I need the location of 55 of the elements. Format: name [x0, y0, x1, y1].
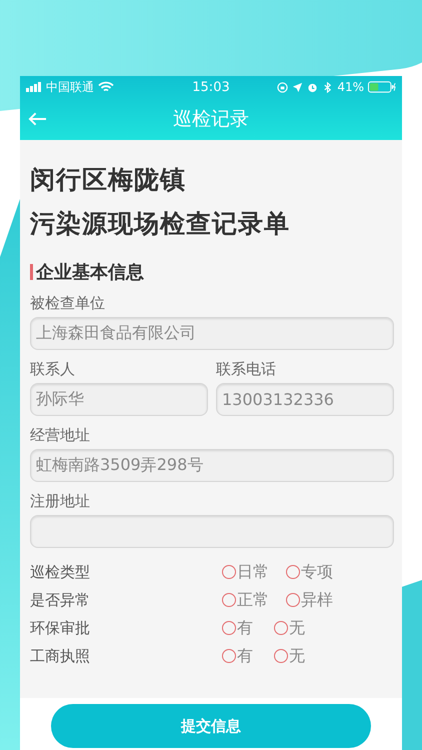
- field-label: 联系电话: [216, 360, 277, 379]
- form-title: 闵行区梅陇镇: [30, 164, 187, 196]
- question-label: 巡检类型: [30, 562, 91, 582]
- radio-icon[interactable]: [274, 621, 288, 635]
- input-field[interactable]: 虹梅南路3509弄298号: [30, 449, 394, 482]
- option-label: 无: [289, 618, 305, 638]
- section-marker: [30, 264, 33, 280]
- radio-option[interactable]: 日常: [222, 562, 284, 582]
- signal-icon: [26, 82, 42, 92]
- radio-icon[interactable]: [286, 565, 300, 579]
- page-title: 巡检记录: [173, 107, 249, 132]
- location-arrow-icon: [292, 82, 304, 92]
- radio-icon[interactable]: [222, 649, 236, 663]
- input-field[interactable]: 上海森田食品有限公司: [30, 317, 394, 350]
- section-title: 企业基本信息: [36, 261, 144, 284]
- option-label: 日常: [237, 562, 269, 582]
- bluetooth-icon: [322, 82, 334, 92]
- radio-option[interactable]: 无: [274, 618, 324, 638]
- field-label: 经营地址: [30, 426, 91, 445]
- alarm-icon: [307, 82, 318, 92]
- radio-icon[interactable]: [274, 649, 288, 663]
- question-label: 环保审批: [30, 618, 91, 638]
- field-label: 被检查单位: [30, 294, 106, 313]
- radio-icon[interactable]: [222, 621, 236, 635]
- radio-icon[interactable]: [222, 565, 236, 579]
- form-title: 污染源现场检查记录单: [30, 208, 291, 240]
- field-label: 注册地址: [30, 492, 91, 511]
- lock-rotation-icon: [277, 82, 288, 92]
- wifi-icon: [98, 81, 114, 93]
- back-arrow-icon[interactable]: [28, 111, 47, 127]
- radio-icon[interactable]: [222, 593, 236, 607]
- question-label: 工商执照: [30, 646, 91, 666]
- option-label: 无: [289, 646, 305, 666]
- radio-option[interactable]: 有: [222, 618, 272, 638]
- field-label: 联系人: [30, 360, 76, 379]
- input-field[interactable]: 孙际华: [30, 383, 208, 416]
- question-label: 是否异常: [30, 590, 91, 610]
- battery-icon: [368, 81, 396, 93]
- input-field[interactable]: [30, 515, 394, 548]
- option-label: 异样: [301, 590, 333, 610]
- radio-option[interactable]: 有: [222, 646, 272, 666]
- status-time: 15:03: [192, 80, 230, 94]
- radio-option[interactable]: 无: [274, 646, 324, 666]
- battery-percent: 41%: [337, 80, 364, 94]
- radio-option[interactable]: 专项: [286, 562, 348, 582]
- carrier-name: 中国联通: [46, 78, 94, 96]
- option-label: 正常: [237, 590, 269, 610]
- option-label: 有: [237, 646, 253, 666]
- input-field[interactable]: 13003132336: [216, 383, 394, 416]
- option-label: 有: [237, 618, 253, 638]
- radio-icon[interactable]: [286, 593, 300, 607]
- option-label: 专项: [301, 562, 333, 582]
- submit-button[interactable]: 提交信息: [51, 704, 371, 748]
- radio-option[interactable]: 正常: [222, 590, 284, 610]
- radio-option[interactable]: 异样: [286, 590, 348, 610]
